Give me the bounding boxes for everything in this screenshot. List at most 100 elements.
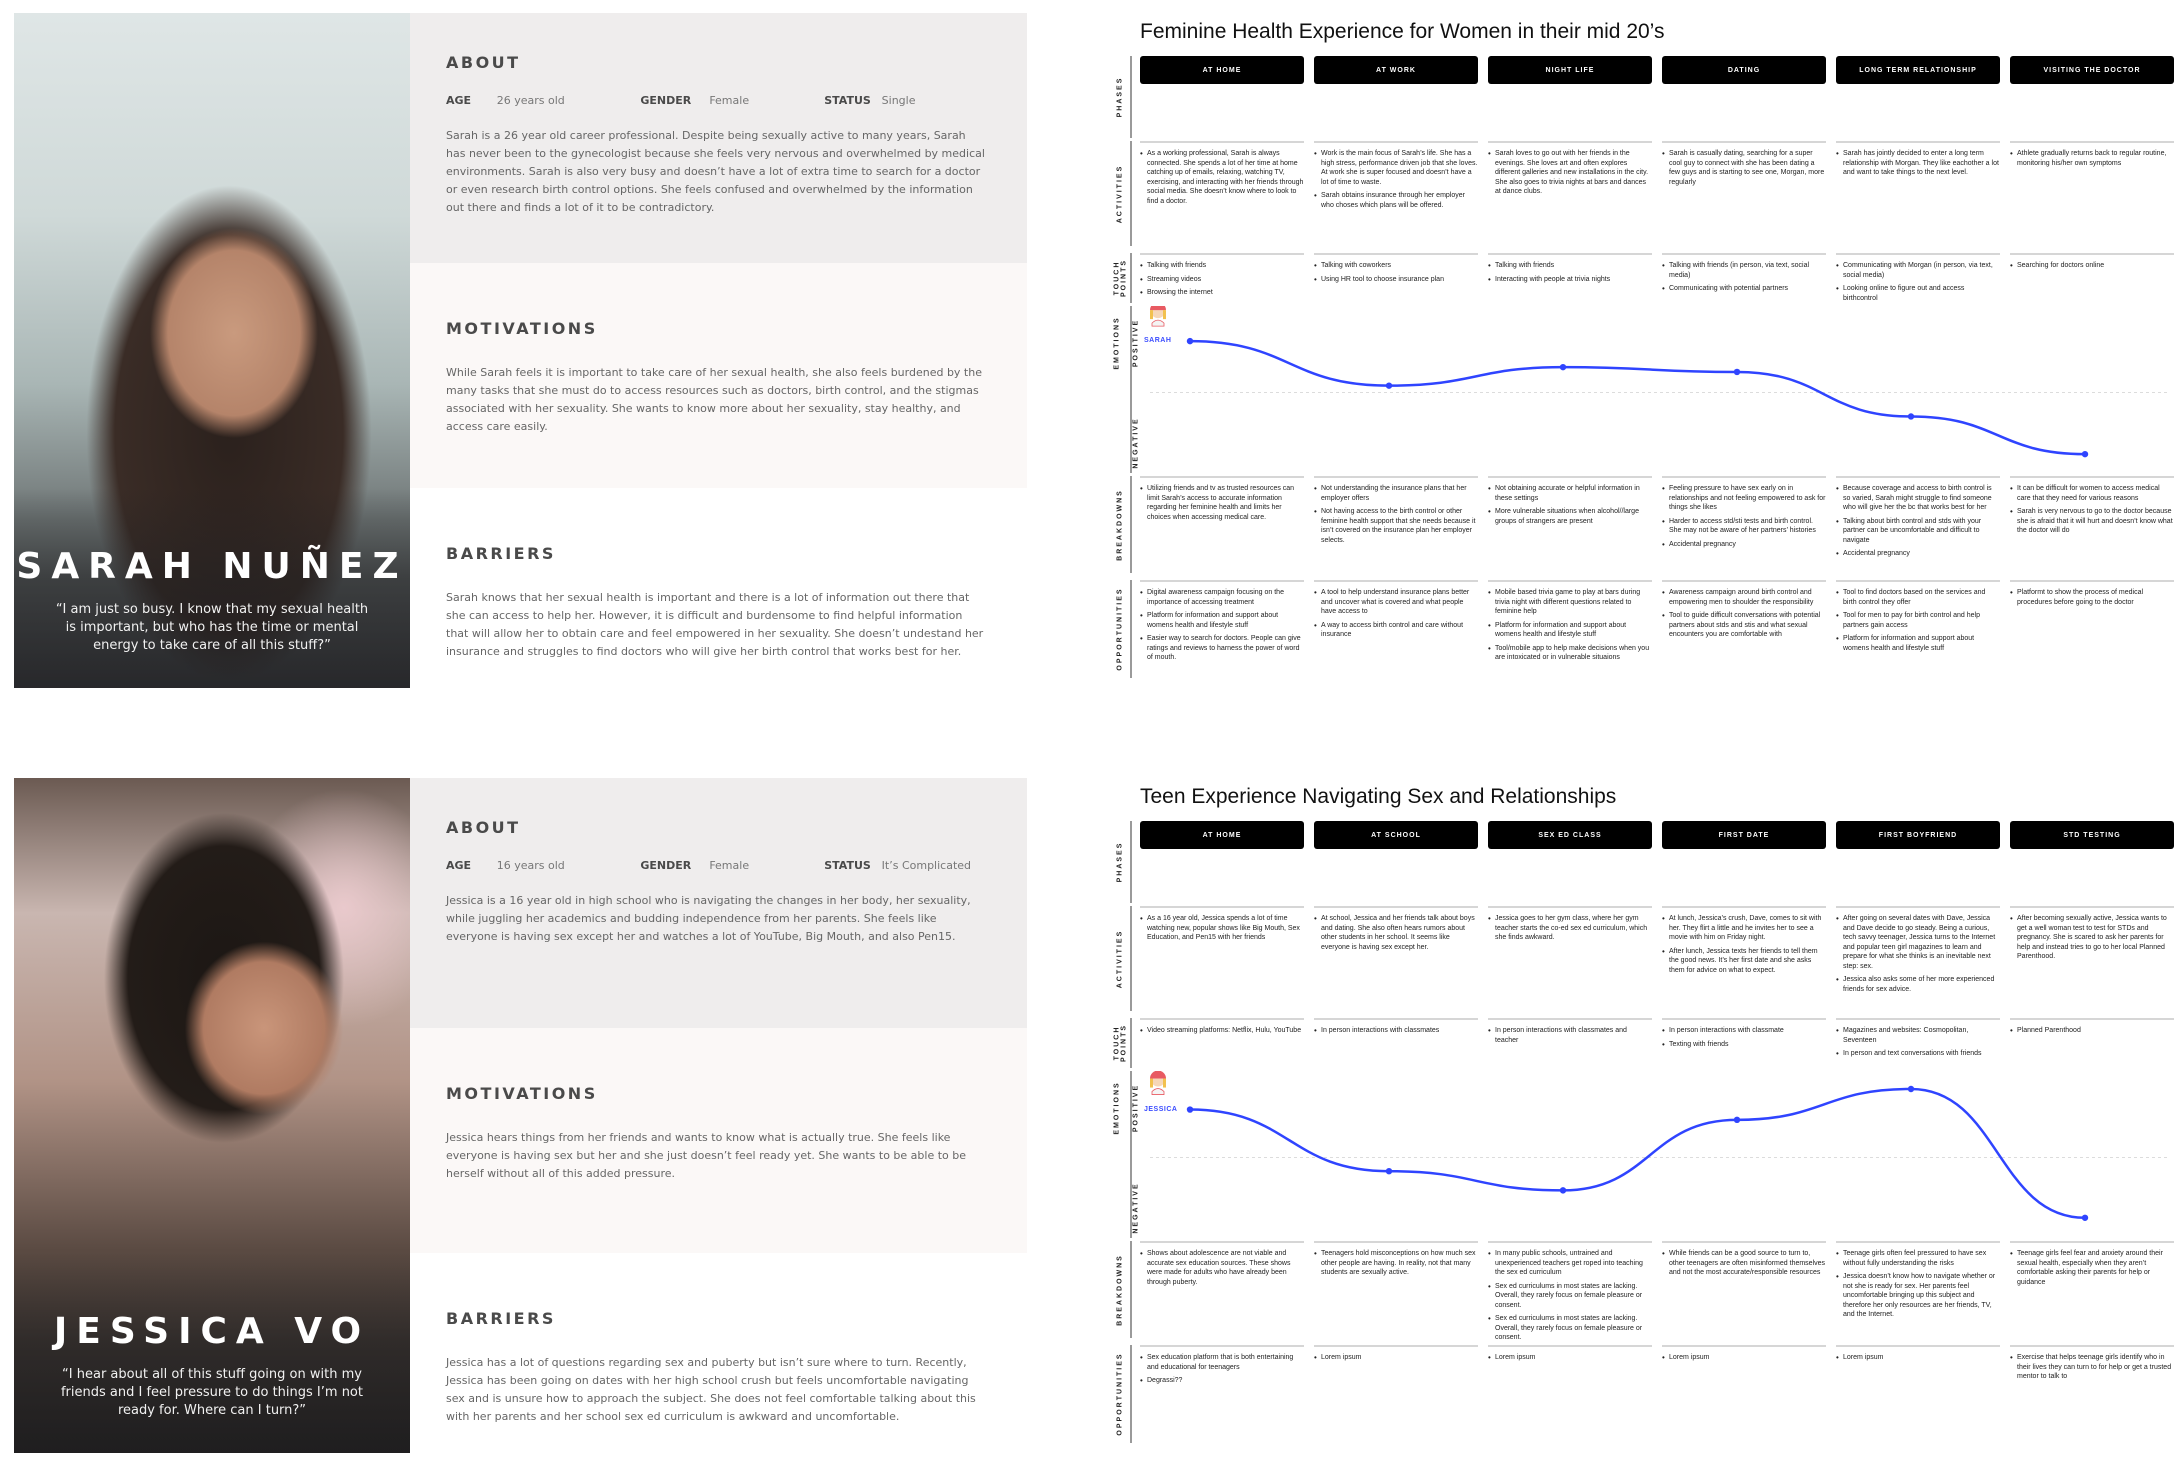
activities-item: As a working professional, Sarah is alwa… (1140, 149, 1304, 206)
touchpoints-item: Communicating with potential partners (1662, 284, 1826, 294)
gender-label: GENDER (640, 94, 692, 107)
motivations-heading: MOTIVATIONS (446, 1084, 598, 1103)
breakdowns-list: Shows about adolescence are not viable a… (1140, 1249, 1304, 1287)
touchpoints-list: Searching for doctors online (2010, 261, 2174, 271)
activities-list: Sarah is casually dating, searching for … (1662, 149, 1826, 187)
touchpoints-column: Talking with coworkers Using HR tool to c… (1314, 253, 1478, 307)
opportunities-cell: A tool to help understand insurance plan… (1314, 580, 1478, 640)
touchpoints-column: Video streaming platforms: Netflix, Hulu… (1140, 1018, 1304, 1063)
journey-title: Teen Experience Navigating Sex and Relat… (1140, 785, 1617, 808)
opportunities-item: Exercise that helps teenage girls identi… (2010, 1353, 2174, 1382)
breakdowns-item: Feeling pressure to have sex early on in… (1662, 484, 1826, 513)
opportunities-list: Mobile based trivia game to play at bars… (1488, 588, 1652, 663)
opportunities-columns: Sex education platform that is both ente… (1140, 1345, 2174, 1390)
breakdowns-item: Teenage girls feel fear and anxiety arou… (2010, 1249, 2174, 1287)
opportunities-item: Lorem ipsum (1488, 1353, 1652, 1363)
opportunities-list: Exercise that helps teenage girls identi… (2010, 1353, 2174, 1382)
activities-cell: Work is the main focus of Sarah’s life. … (1314, 141, 1478, 210)
activities-column: Jessica goes to her gym class, where her… (1488, 906, 1652, 998)
activities-column: Sarah is casually dating, searching for … (1662, 141, 1826, 214)
phase-label: FIRST DATE (1662, 821, 1826, 849)
opportunities-cell: Lorem ipsum (1314, 1345, 1478, 1363)
breakdowns-column: Because coverage and access to birth con… (1836, 476, 2000, 563)
persona-quote: “I hear about all of this stuff going on… (60, 1367, 363, 1418)
touchpoints-cell: Talking with coworkers Using HR tool to c… (1314, 253, 1478, 284)
opportunities-item: Easier way to search for doctors. People… (1140, 634, 1304, 663)
row-label-breakdowns: BREAKDOWNS (1110, 1241, 1132, 1338)
activities-cell: Sarah is casually dating, searching for … (1662, 141, 1826, 187)
touchpoints-item: Streaming videos (1140, 275, 1304, 285)
emotion-point (1186, 1106, 1194, 1113)
opportunities-column: Exercise that helps teenage girls identi… (2010, 1345, 2174, 1390)
breakdowns-item: Utilizing friends and tv as trusted reso… (1140, 484, 1304, 522)
touchpoints-item: Video streaming platforms: Netflix, Hulu… (1140, 1026, 1304, 1036)
phases-column: NIGHT LIFE (1488, 56, 1652, 84)
touchpoints-item: Magazines and websites: Cosmopolitan, Se… (1836, 1026, 2000, 1045)
emotion-point (1186, 337, 1194, 345)
touchpoints-cell: Talking with friends Streaming videos Brow… (1140, 253, 1304, 298)
emotion-curve (1189, 1087, 2086, 1220)
breakdowns-list: Not obtaining accurate or helpful inform… (1488, 484, 1652, 526)
persona-avatar-icon (1150, 1071, 1166, 1095)
photo-overlay (14, 488, 410, 688)
opportunities-item: Awareness campaign around birth control … (1662, 588, 1826, 607)
touchpoints-list: In person interactions with classmates (1314, 1026, 1478, 1036)
row-opportunities: OPPORTUNITIES Sex education platform that… (1110, 1345, 2174, 1443)
touchpoints-columns: Talking with friends Streaming videos Brow… (1140, 253, 2174, 307)
touchpoints-list: Talking with coworkers Using HR tool to c… (1314, 261, 1478, 284)
opportunities-list: Lorem ipsum (1836, 1353, 2000, 1363)
breakdowns-item: Not obtaining accurate or helpful inform… (1488, 484, 1652, 503)
row-label-activities: ACTIVITIES (1110, 141, 1132, 246)
about-text: Sarah is a 26 year old career profession… (446, 129, 985, 214)
activities-list: Sarah has jointly decided to enter a lon… (1836, 149, 2000, 178)
phase-label: SEX ED CLASS (1488, 821, 1652, 849)
activities-column: As a 16 year old, Jessica spends a lot o… (1140, 906, 1304, 998)
breakdowns-column: Shows about adolescence are not viable a… (1140, 1241, 1304, 1347)
row-label-text: PHASES (1116, 76, 1124, 118)
persona-avatar-icon (1150, 306, 1166, 327)
activities-item: At lunch, Jessica’s crush, Dave, comes t… (1662, 914, 1826, 943)
touchpoints-column: Planned Parenthood (2010, 1018, 2174, 1063)
touchpoints-cell: Talking with friends (in person, via tex… (1662, 253, 1826, 294)
activities-item: Work is the main focus of Sarah’s life. … (1314, 149, 1478, 187)
row-breakdowns: BREAKDOWNS Shows about adolescence are no… (1110, 1241, 2174, 1341)
touchpoints-column: Talking with friends Interacting with peo… (1488, 253, 1652, 307)
breakdowns-item: Talking about birth control and stds wit… (1836, 517, 2000, 546)
touchpoints-column: Magazines and websites: Cosmopolitan, Se… (1836, 1018, 2000, 1063)
phases-column: DATING (1662, 56, 1826, 84)
touchpoints-item: Talking with friends (1488, 261, 1652, 271)
breakdowns-list: In many public schools, untrained and un… (1488, 1249, 1652, 1343)
activities-cell: As a working professional, Sarah is alwa… (1140, 141, 1304, 206)
touchpoints-list: Talking with friends Streaming videos Brow… (1140, 261, 1304, 298)
breakdowns-cell: Utilizing friends and tv as trusted reso… (1140, 476, 1304, 522)
activities-columns: As a 16 year old, Jessica spends a lot o… (1140, 906, 2174, 998)
motivations-text: While Sarah feels it is important to tak… (446, 366, 982, 433)
touchpoints-cell: In person interactions with classmate Tex… (1662, 1018, 1826, 1049)
breakdowns-item: Sex ed curriculums in most states are la… (1488, 1314, 1652, 1343)
activities-item: After lunch, Jessica texts her friends t… (1662, 947, 1826, 976)
touchpoints-item: In person interactions with classmates a… (1488, 1026, 1652, 1045)
emotion-point (1385, 1168, 1393, 1175)
opportunities-item: A tool to help understand insurance plan… (1314, 588, 1478, 617)
touchpoints-cell: Communicating with Morgan (in person, vi… (1836, 253, 2000, 303)
activities-cell: After going on several dates with Dave, … (1836, 906, 2000, 994)
row-opportunities: OPPORTUNITIES Digital awareness campaign … (1110, 580, 2174, 678)
breakdowns-cell: Feeling pressure to have sex early on in… (1662, 476, 1826, 549)
activities-column: At lunch, Jessica’s crush, Dave, comes t… (1662, 906, 1826, 998)
opportunities-list: Lorem ipsum (1488, 1353, 1652, 1363)
barriers-text: Jessica has a lot of questions regarding… (446, 1356, 976, 1423)
barriers-section: BARRIERS Sarah knows that her sexual hea… (410, 488, 1027, 688)
breakdowns-cell: In many public schools, untrained and un… (1488, 1241, 1652, 1343)
activities-column: Athlete gradually returns back to regula… (2010, 141, 2174, 214)
touchpoints-cell: In person interactions with classmates (1314, 1018, 1478, 1036)
opportunities-cell: Digital awareness campaign focusing on t… (1140, 580, 1304, 663)
opportunities-item: Platform for information and support abo… (1140, 611, 1304, 630)
about-text: Jessica is a 16 year old in high school … (446, 894, 971, 943)
activities-list: Jessica goes to her gym class, where her… (1488, 914, 1652, 943)
emotion-point (1385, 382, 1393, 389)
about-section: ABOUT AGE 16 years old GENDER Female STA… (410, 778, 1027, 1028)
row-label-text: TOUCH (1113, 1025, 1121, 1061)
opportunities-column: Lorem ipsum (1314, 1345, 1478, 1390)
persona-stats: AGE 16 years old GENDER Female STATUS It… (446, 859, 987, 872)
activities-item: At school, Jessica and her friends talk … (1314, 914, 1478, 952)
